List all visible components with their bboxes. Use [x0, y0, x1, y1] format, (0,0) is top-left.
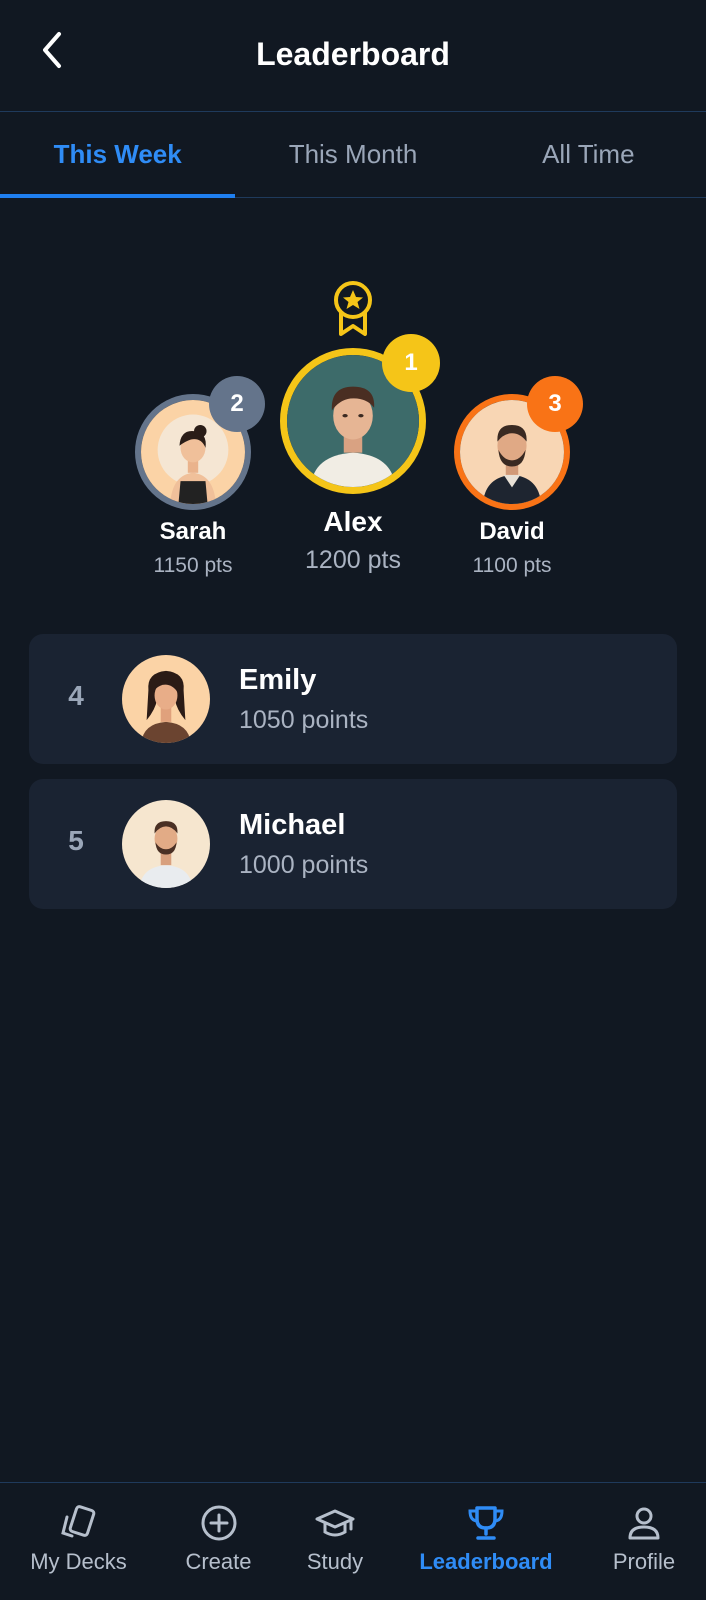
podium-points-first: 1200 pts — [305, 546, 401, 574]
nav-label-create: Create — [185, 1549, 252, 1574]
period-tabs: This Week This Month All Time — [0, 112, 706, 198]
nav-leaderboard[interactable]: Leaderboard — [390, 1483, 582, 1600]
avatar-bearded-man-illustration — [122, 800, 210, 888]
nav-study[interactable]: Study — [280, 1483, 390, 1600]
tab-this-week[interactable]: This Week — [0, 112, 236, 198]
rank-badge-second: 2 — [209, 376, 265, 432]
graduation-cap-icon — [315, 1503, 355, 1543]
user-icon — [624, 1503, 664, 1543]
podium-name-third: David — [479, 518, 545, 545]
plus-circle-icon — [199, 1503, 239, 1543]
rank-badge-first: 1 — [382, 334, 440, 392]
list-item[interactable]: 5 Michael 1000 points — [29, 779, 677, 909]
list-rank: 4 — [68, 680, 84, 711]
nav-create[interactable]: Create — [157, 1483, 280, 1600]
podium-name-second: Sarah — [159, 518, 227, 545]
top-app-bar: Leaderboard — [0, 0, 706, 112]
list-rank: 5 — [68, 825, 84, 856]
list-item[interactable]: 4 Emily 1050 points — [29, 634, 677, 764]
nav-profile[interactable]: Profile — [582, 1483, 706, 1600]
tab-all-time[interactable]: All Time — [471, 112, 706, 197]
avatar — [122, 800, 210, 888]
list-name: Emily — [239, 664, 317, 696]
page-title: Leaderboard — [256, 36, 450, 72]
nav-label-study: Study — [306, 1549, 364, 1574]
nav-label-profile: Profile — [612, 1549, 676, 1574]
rank-badge-third: 3 — [527, 376, 583, 432]
tab-this-month[interactable]: This Month — [235, 112, 470, 197]
list-points: 1050 points — [239, 706, 369, 734]
bottom-navigation: My Decks Create Study Leaderboard Profil… — [0, 1482, 706, 1600]
medal-icon — [334, 281, 372, 336]
nav-my-decks[interactable]: My Decks — [0, 1483, 157, 1600]
podium-points-third: 1100 pts — [472, 554, 552, 577]
trophy-icon — [466, 1503, 506, 1543]
avatar-woman-illustration — [122, 655, 210, 743]
nav-label-leaderboard: Leaderboard — [419, 1549, 553, 1574]
nav-label-my-decks: My Decks — [30, 1549, 127, 1574]
list-name: Michael — [239, 809, 346, 841]
podium-name-first: Alex — [323, 506, 383, 537]
avatar — [122, 655, 210, 743]
list-points: 1000 points — [239, 851, 369, 879]
leaderboard-screen: Leaderboard This Week This Month All Tim… — [0, 0, 706, 1600]
podium-points-second: 1150 pts — [153, 554, 233, 577]
podium: 2 Sarah 1150 pts 1 Alex 1200 pts 3 David… — [0, 198, 706, 618]
cards-icon — [59, 1503, 99, 1543]
